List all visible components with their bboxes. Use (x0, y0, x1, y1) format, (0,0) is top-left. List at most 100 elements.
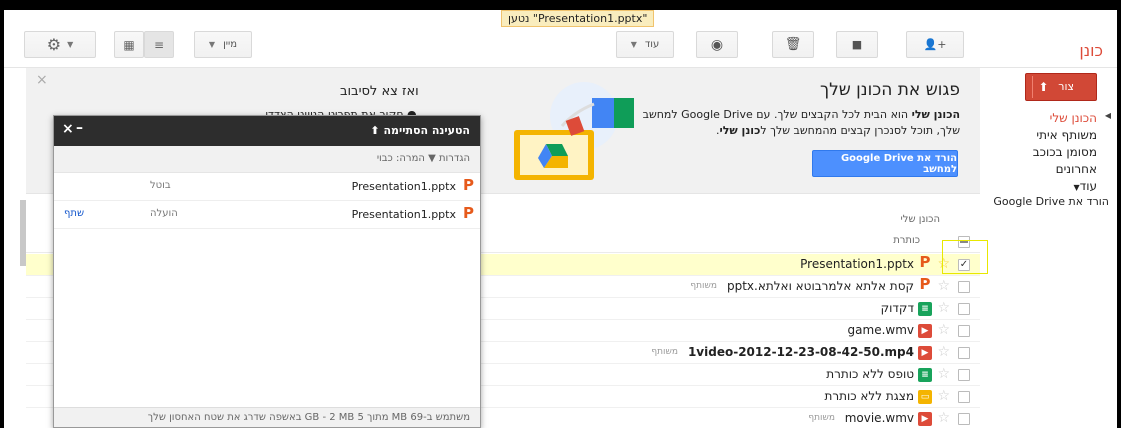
ppt-file-icon: P (919, 253, 931, 271)
video-file-icon: ▶ (918, 412, 932, 426)
star-icon[interactable]: ☆ (937, 388, 950, 404)
sort-label: מיין (223, 39, 238, 50)
sort-button[interactable]: ▼ מיין (194, 31, 252, 58)
star-icon[interactable]: ☆ (937, 410, 950, 426)
video-file-icon: ▶ (918, 346, 932, 360)
star-icon[interactable]: ☆ (937, 344, 950, 360)
sheet-file-icon: ≡ (918, 368, 932, 382)
nav-starred[interactable]: מסומן בכוכב (1033, 145, 1097, 159)
eye-icon: ◉ (710, 36, 724, 53)
minimize-icon[interactable]: – (76, 120, 83, 136)
upload-icon[interactable]: ⬆ (1032, 76, 1054, 98)
row-checkbox[interactable] (958, 391, 970, 403)
drive-illustration (514, 82, 634, 180)
file-name[interactable]: movie.wmv (845, 411, 914, 425)
upload-settings[interactable]: הגדרות ▼ המרה: כבוי (377, 153, 470, 164)
section-label: הכונן שלי (900, 214, 940, 225)
grid-icon: ▦ (123, 37, 135, 52)
upload-title: הטעינה הסתיימה ⬆ (370, 124, 470, 137)
chevron-down-icon: ▼ (208, 40, 216, 49)
side-navigation: צור ⬆ הכונן שלי ◀ משותף איתי מסומן בכוכב… (983, 68, 1117, 428)
create-label: צור (1058, 80, 1074, 93)
download-drive-button[interactable]: הורד את Google Drive למחשב (812, 150, 958, 177)
row-checkbox[interactable] (958, 413, 970, 425)
welcome-line-2: שלך, תוכל לסנכרן קבצים מהמחשב שלך לכונן … (716, 124, 960, 137)
list-icon: ≡ (153, 37, 165, 52)
upload-dialog: הטעינה הסתיימה ⬆ – × הגדרות ▼ המרה: כבוי… (53, 115, 481, 428)
welcome-title: פגוש את הכונן שלך (819, 80, 960, 100)
nav-more[interactable]: עוד▼ (1074, 179, 1098, 193)
close-icon[interactable]: × (36, 72, 48, 88)
row-checkbox[interactable] (958, 347, 970, 359)
expand-arrow-icon[interactable]: ◀ (1105, 111, 1111, 120)
column-title[interactable]: כותרת (893, 235, 920, 246)
file-name[interactable]: game.wmv (848, 323, 914, 337)
toolbar: ⚙ ▼ ▦ ≡ ▼ מיין ▼ עוד ◉ 🗑︎ ■ 👤+ כונן (4, 22, 1117, 68)
star-icon[interactable]: ☆ (937, 300, 950, 316)
powerpoint-icon: P (463, 204, 474, 222)
upload-status: בוטל (150, 180, 171, 191)
welcome-line-1-bold: הכונן שלי (911, 108, 960, 121)
file-name[interactable]: קסת אלתא אלמרבוטא ואלתא.pptx (727, 279, 914, 293)
more-label: עוד (644, 39, 660, 50)
sheet-file-icon: ≡ (918, 302, 932, 316)
grid-view-button[interactable]: ▦ (114, 31, 144, 58)
app-brand[interactable]: כונן (1079, 41, 1103, 60)
star-icon[interactable]: ☆ (937, 366, 950, 382)
nav-recent[interactable]: אחרונים (1056, 162, 1097, 176)
upload-file-name: Presentation1.pptx (351, 180, 456, 193)
upload-row: P Presentation1.pptx הועלה שתף (54, 201, 480, 229)
chevron-down-icon: ▼ (630, 40, 637, 49)
star-icon[interactable]: ☆ (937, 278, 950, 294)
storage-text[interactable]: משתמש ב-69 MB מתוך 5 GB - 2 MB באשפה שדר… (148, 412, 470, 423)
selection-highlight (942, 240, 988, 274)
upload-row: P Presentation1.pptx בוטל (54, 173, 480, 201)
row-checkbox[interactable] (958, 369, 970, 381)
close-icon[interactable]: × (62, 121, 74, 137)
folder-icon: ■ (851, 38, 863, 51)
star-icon[interactable]: ☆ (937, 322, 950, 338)
upload-arrow-icon: ⬆ (370, 124, 380, 137)
move-to-folder-button[interactable]: ■ (836, 31, 878, 58)
storage-footer: משתמש ב-69 MB מתוך 5 GB - 2 MB באשפה שדר… (54, 407, 480, 427)
slide-file-icon: ▭ (918, 390, 932, 404)
file-name[interactable]: Presentation1.pptx (800, 257, 914, 271)
shared-label: משותף (651, 347, 678, 357)
row-checkbox[interactable] (958, 325, 970, 337)
delete-button[interactable]: 🗑︎ (772, 31, 814, 58)
gear-icon: ⚙ (46, 35, 62, 54)
share-link[interactable]: שתף (64, 208, 84, 219)
upload-dialog-header: הטעינה הסתיימה ⬆ – × (54, 116, 480, 146)
nav-my-drive[interactable]: הכונן שלי (1050, 111, 1097, 125)
welcome-line-2-bold: כונן שלי (719, 124, 761, 137)
ppt-file-icon: P (919, 275, 931, 293)
file-name[interactable]: מצגת ללא כותרת (824, 389, 914, 403)
powerpoint-icon: P (463, 176, 474, 194)
file-name[interactable]: דקדוק (881, 301, 914, 315)
upload-title-text: הטעינה הסתיימה (383, 124, 470, 137)
list-view-button[interactable]: ≡ (144, 31, 174, 58)
scrollbar[interactable] (20, 200, 26, 266)
nav-more-label: עוד (1079, 179, 1097, 193)
upload-status: הועלה (150, 208, 178, 219)
welcome-line-1-text: הוא הבית לכל הקבצים שלך. עם Google Drive… (642, 108, 912, 121)
chevron-down-icon: ▼ (67, 40, 74, 49)
file-name[interactable]: טופס ללא כותרת (826, 367, 914, 381)
trash-icon: 🗑︎ (784, 37, 802, 52)
row-checkbox[interactable] (958, 303, 970, 315)
settings-button[interactable]: ⚙ ▼ (24, 31, 96, 58)
add-person-icon: 👤+ (923, 38, 947, 51)
drive-window: "Presentation1.pptx" נטען ⚙ ▼ ▦ ≡ ▼ מיין… (4, 10, 1117, 428)
upload-file-name: Presentation1.pptx (351, 208, 456, 221)
nav-shared-with-me[interactable]: משותף איתי (1036, 128, 1097, 142)
row-checkbox[interactable] (958, 281, 970, 293)
welcome-line-2-text: שלך, תוכל לסנכרן קבצים מהמחשב שלך ל (760, 124, 960, 137)
more-button[interactable]: ▼ עוד (616, 31, 674, 58)
share-button[interactable]: 👤+ (906, 31, 964, 58)
create-button[interactable]: צור ⬆ (1025, 73, 1097, 101)
preview-button[interactable]: ◉ (696, 31, 738, 58)
upload-settings-bar: הגדרות ▼ המרה: כבוי (54, 146, 480, 173)
file-name[interactable]: 1video-2012-12-23-08-42-50.mp4 (688, 345, 914, 359)
nav-download-drive[interactable]: הורד את Google Drive (993, 195, 1109, 208)
shared-label: משותף (808, 413, 835, 423)
